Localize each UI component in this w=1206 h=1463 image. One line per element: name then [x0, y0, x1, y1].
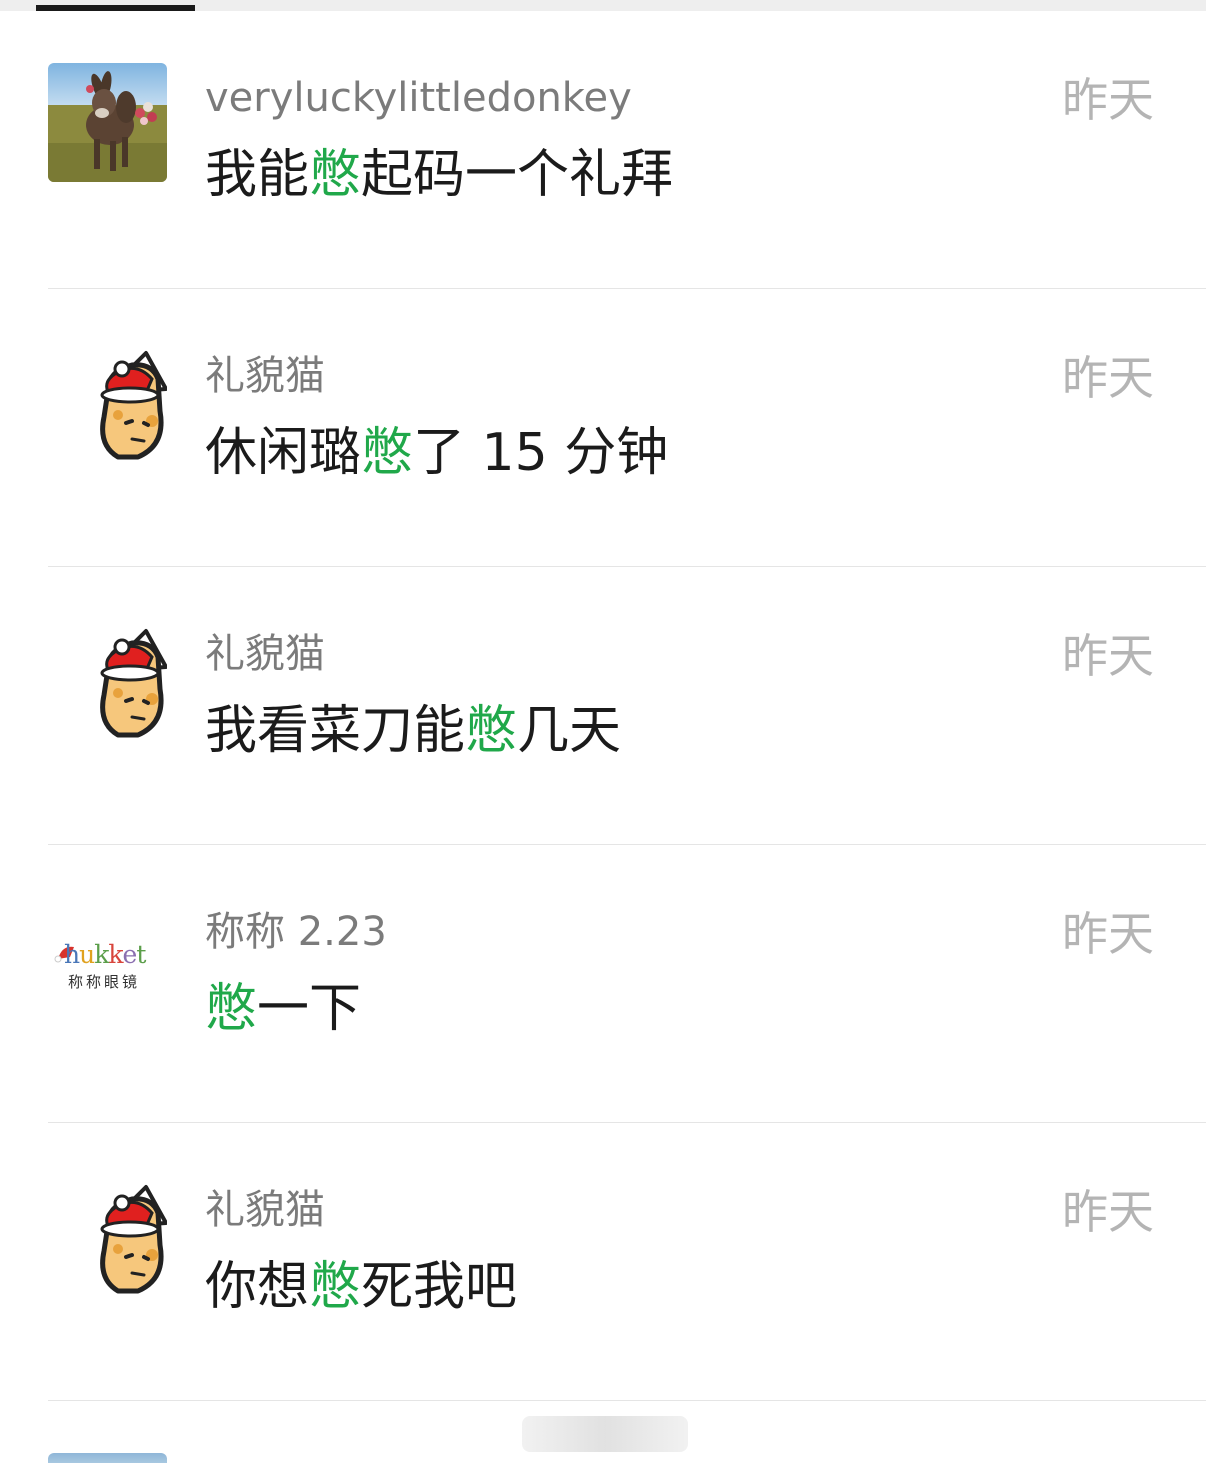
comment-username[interactable]: veryluckylittledonkey — [205, 73, 632, 123]
comment-item[interactable]: hukket 称称眼镜 称称 2.23 昨天 憋一下 — [0, 845, 1206, 1123]
comment-username[interactable]: 礼貌猫 — [205, 629, 325, 679]
comment-time: 昨天 — [1062, 73, 1154, 127]
donkey-photo-avatar[interactable] — [48, 1453, 167, 1463]
top-tab-bar — [0, 0, 1206, 11]
comment-time: 昨天 — [1062, 351, 1154, 405]
svg-text:称称眼镜: 称称眼镜 — [68, 973, 140, 991]
comment-list: veryluckylittledonkey 昨天 我能憋起码一个礼拜 礼貌猫 昨… — [0, 11, 1206, 1401]
comment-text-before: 你想 — [205, 1257, 310, 1317]
svg-text:hukket: hukket — [64, 940, 146, 969]
comment-text: 我能憋起码一个礼拜 — [205, 143, 673, 207]
cat-santa-hat-avatar[interactable] — [48, 341, 167, 460]
comment-text-before: 我看菜刀能 — [205, 701, 466, 761]
comment-text-before: 休闲璐 — [205, 423, 362, 483]
comment-item[interactable]: 礼貌猫 昨天 你想憋死我吧 — [0, 1123, 1206, 1401]
comment-item[interactable]: 礼貌猫 昨天 休闲璐憋了 15 分钟 — [0, 289, 1206, 567]
cat-santa-hat-avatar[interactable] — [48, 1175, 167, 1294]
comment-text: 休闲璐憋了 15 分钟 — [205, 421, 668, 485]
highlighted-keyword: 憋 — [465, 701, 518, 761]
comment-text-after: 死我吧 — [361, 1257, 518, 1317]
hukket-logo-avatar[interactable]: hukket 称称眼镜 — [48, 897, 167, 1016]
highlighted-keyword: 憋 — [205, 979, 258, 1039]
highlighted-keyword: 憋 — [309, 1257, 362, 1317]
comment-item[interactable]: 礼貌猫 昨天 我看菜刀能憋几天 — [0, 567, 1206, 845]
donkey-photo-avatar[interactable] — [48, 63, 167, 182]
highlighted-keyword: 憋 — [361, 423, 414, 483]
comment-item[interactable]: veryluckylittledonkey 昨天 我能憋起码一个礼拜 — [0, 11, 1206, 289]
comment-text-before: 我能 — [205, 145, 310, 205]
comment-text: 我看菜刀能憋几天 — [205, 699, 621, 763]
comment-text-after: 一下 — [257, 979, 362, 1039]
highlighted-keyword: 憋 — [309, 145, 362, 205]
comment-text: 憋一下 — [205, 977, 361, 1041]
comment-time: 昨天 — [1062, 629, 1154, 683]
comment-username[interactable]: 礼貌猫 — [205, 1185, 325, 1235]
comment-text-after: 几天 — [517, 701, 622, 761]
comment-text-after: 起码一个礼拜 — [361, 145, 674, 205]
comment-text: 你想憋死我吧 — [205, 1255, 517, 1319]
comment-time: 昨天 — [1062, 1185, 1154, 1239]
comment-time: 昨天 — [1062, 907, 1154, 961]
comment-username[interactable]: 称称 2.23 — [205, 907, 387, 957]
watermark — [522, 1416, 688, 1452]
cat-santa-hat-avatar[interactable] — [48, 619, 167, 738]
comment-text-after: 了 15 分钟 — [413, 423, 669, 483]
comment-username[interactable]: 礼貌猫 — [205, 351, 325, 401]
